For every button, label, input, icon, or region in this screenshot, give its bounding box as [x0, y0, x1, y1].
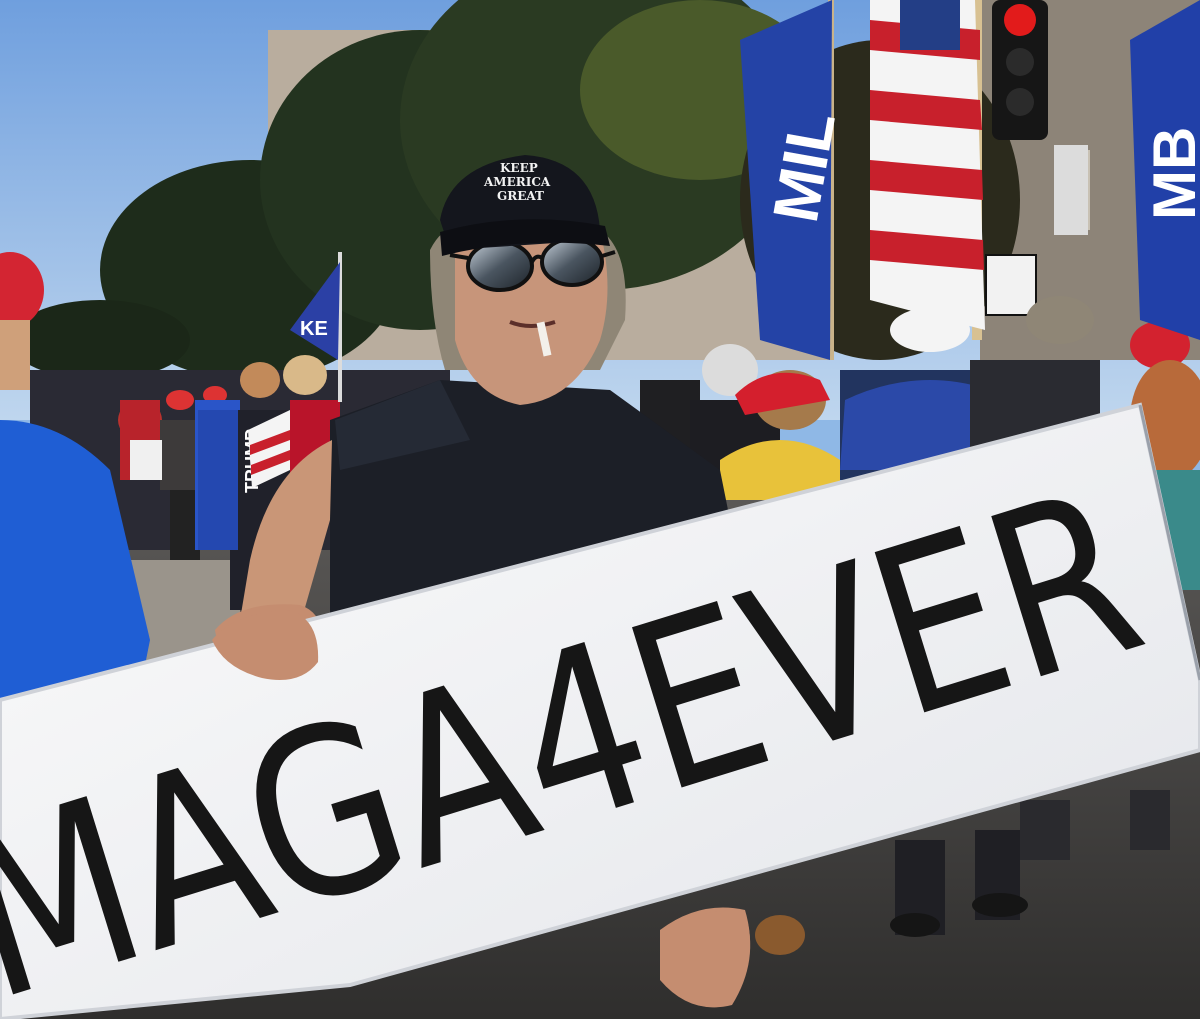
cap-line1: KEEP [500, 161, 538, 175]
flag-right-blue: MB [1130, 0, 1200, 340]
flag-american [870, 0, 985, 340]
photo-scene: MIL MB KE TRUMP [0, 0, 1200, 1019]
flag-right-text: MB [1141, 127, 1200, 220]
photo-canvas: MIL MB KE TRUMP [0, 0, 1200, 1019]
cap-line2: AMERICA [483, 175, 551, 189]
cap-line3: GREAT [497, 189, 544, 203]
flag-left-text: KE [300, 318, 328, 340]
